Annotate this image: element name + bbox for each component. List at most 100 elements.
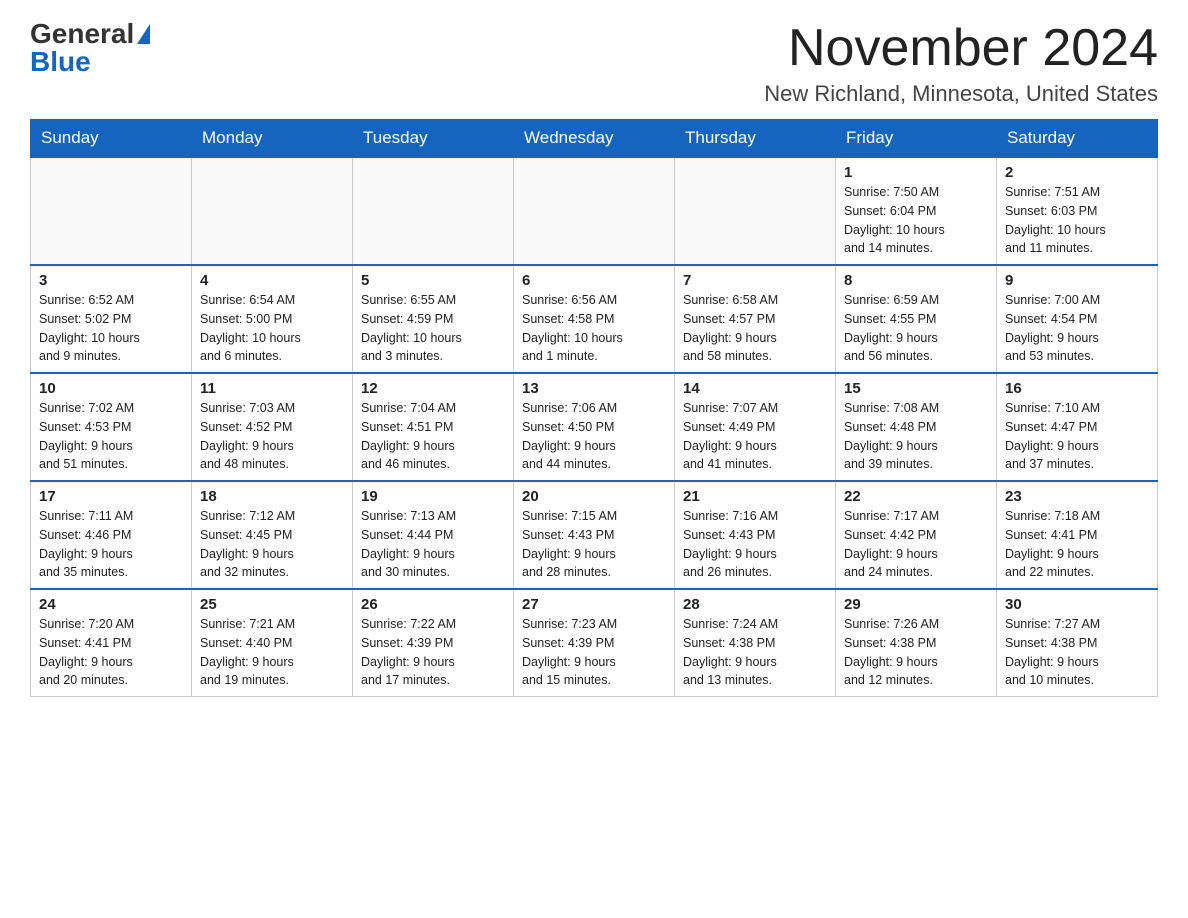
calendar-day-cell: 1Sunrise: 7:50 AM Sunset: 6:04 PM Daylig… <box>836 157 997 265</box>
day-info: Sunrise: 7:04 AM Sunset: 4:51 PM Dayligh… <box>361 399 505 474</box>
calendar-day-cell: 20 Sunrise: 7:15 AM Sunset: 4:43 PM Dayli… <box>514 481 675 589</box>
day-info: Sunrise: 7:26 AM Sunset: 4:38 PM Dayligh… <box>844 615 988 690</box>
calendar-day-cell: 16Sunrise: 7:10 AM Sunset: 4:47 PM Dayli… <box>997 373 1158 481</box>
calendar-day-cell: 14 Sunrise: 7:07 AM Sunset: 4:49 PM Dayli… <box>675 373 836 481</box>
day-info: Sunrise: 7:07 AM Sunset: 4:49 PM Dayligh… <box>683 399 827 474</box>
day-number: 25 <box>200 596 344 613</box>
logo-general-text: General <box>30 20 134 48</box>
calendar-day-cell <box>353 157 514 265</box>
day-info: Sunrise: 7:00 AM Sunset: 4:54 PM Dayligh… <box>1005 291 1149 366</box>
calendar-day-cell: 29Sunrise: 7:26 AM Sunset: 4:38 PM Dayli… <box>836 589 997 697</box>
calendar-table: SundayMondayTuesdayWednesdayThursdayFrid… <box>30 119 1158 697</box>
day-info: Sunrise: 7:15 AM Sunset: 4:43 PM Dayligh… <box>522 507 666 582</box>
day-number: 2 <box>1005 164 1149 181</box>
day-info: Sunrise: 7:22 AM Sunset: 4:39 PM Dayligh… <box>361 615 505 690</box>
day-number: 9 <box>1005 272 1149 289</box>
day-number: 24 <box>39 596 183 613</box>
calendar-weekday-header: Thursday <box>675 120 836 158</box>
calendar-day-cell: 21 Sunrise: 7:16 AM Sunset: 4:43 PM Dayli… <box>675 481 836 589</box>
day-info: Sunrise: 7:51 AM Sunset: 6:03 PM Dayligh… <box>1005 183 1149 258</box>
calendar-day-cell: 13 Sunrise: 7:06 AM Sunset: 4:50 PM Dayli… <box>514 373 675 481</box>
day-info: Sunrise: 7:20 AM Sunset: 4:41 PM Dayligh… <box>39 615 183 690</box>
day-number: 13 <box>522 380 666 397</box>
day-number: 10 <box>39 380 183 397</box>
day-number: 7 <box>683 272 827 289</box>
day-number: 6 <box>522 272 666 289</box>
day-info: Sunrise: 7:17 AM Sunset: 4:42 PM Dayligh… <box>844 507 988 582</box>
calendar-week-row: 17 Sunrise: 7:11 AM Sunset: 4:46 PM Dayli… <box>31 481 1158 589</box>
day-info: Sunrise: 6:58 AM Sunset: 4:57 PM Dayligh… <box>683 291 827 366</box>
calendar-day-cell: 6Sunrise: 6:56 AM Sunset: 4:58 PM Daylig… <box>514 265 675 373</box>
calendar-weekday-header: Monday <box>192 120 353 158</box>
calendar-day-cell: 9 Sunrise: 7:00 AM Sunset: 4:54 PM Daylig… <box>997 265 1158 373</box>
calendar-day-cell: 25 Sunrise: 7:21 AM Sunset: 4:40 PM Dayli… <box>192 589 353 697</box>
calendar-day-cell <box>31 157 192 265</box>
day-number: 3 <box>39 272 183 289</box>
calendar-day-cell: 24 Sunrise: 7:20 AM Sunset: 4:41 PM Dayli… <box>31 589 192 697</box>
location-title: New Richland, Minnesota, United States <box>764 81 1158 107</box>
day-info: Sunrise: 6:55 AM Sunset: 4:59 PM Dayligh… <box>361 291 505 366</box>
day-info: Sunrise: 7:50 AM Sunset: 6:04 PM Dayligh… <box>844 183 988 258</box>
calendar-weekday-header: Friday <box>836 120 997 158</box>
day-info: Sunrise: 7:21 AM Sunset: 4:40 PM Dayligh… <box>200 615 344 690</box>
calendar-week-row: 10 Sunrise: 7:02 AM Sunset: 4:53 PM Dayli… <box>31 373 1158 481</box>
calendar-week-row: 24 Sunrise: 7:20 AM Sunset: 4:41 PM Dayli… <box>31 589 1158 697</box>
calendar-day-cell: 4 Sunrise: 6:54 AM Sunset: 5:00 PM Daylig… <box>192 265 353 373</box>
day-number: 14 <box>683 380 827 397</box>
day-info: Sunrise: 7:06 AM Sunset: 4:50 PM Dayligh… <box>522 399 666 474</box>
day-info: Sunrise: 7:13 AM Sunset: 4:44 PM Dayligh… <box>361 507 505 582</box>
logo-triangle-icon <box>137 24 150 44</box>
day-number: 12 <box>361 380 505 397</box>
calendar-day-cell: 27 Sunrise: 7:23 AM Sunset: 4:39 PM Dayli… <box>514 589 675 697</box>
calendar-week-row: 3 Sunrise: 6:52 AM Sunset: 5:02 PM Daylig… <box>31 265 1158 373</box>
calendar-header-row: SundayMondayTuesdayWednesdayThursdayFrid… <box>31 120 1158 158</box>
calendar-day-cell: 18 Sunrise: 7:12 AM Sunset: 4:45 PM Dayli… <box>192 481 353 589</box>
day-info: Sunrise: 7:12 AM Sunset: 4:45 PM Dayligh… <box>200 507 344 582</box>
calendar-day-cell: 22 Sunrise: 7:17 AM Sunset: 4:42 PM Dayli… <box>836 481 997 589</box>
day-number: 28 <box>683 596 827 613</box>
day-number: 17 <box>39 488 183 505</box>
calendar-day-cell: 23Sunrise: 7:18 AM Sunset: 4:41 PM Dayli… <box>997 481 1158 589</box>
calendar-weekday-header: Tuesday <box>353 120 514 158</box>
day-number: 5 <box>361 272 505 289</box>
calendar-day-cell: 12 Sunrise: 7:04 AM Sunset: 4:51 PM Dayli… <box>353 373 514 481</box>
calendar-day-cell: 8 Sunrise: 6:59 AM Sunset: 4:55 PM Daylig… <box>836 265 997 373</box>
day-number: 23 <box>1005 488 1149 505</box>
day-info: Sunrise: 7:11 AM Sunset: 4:46 PM Dayligh… <box>39 507 183 582</box>
calendar-day-cell: 15 Sunrise: 7:08 AM Sunset: 4:48 PM Dayli… <box>836 373 997 481</box>
day-info: Sunrise: 7:23 AM Sunset: 4:39 PM Dayligh… <box>522 615 666 690</box>
calendar-weekday-header: Sunday <box>31 120 192 158</box>
page-header: General Blue November 2024 New Richland,… <box>30 20 1158 107</box>
day-info: Sunrise: 6:54 AM Sunset: 5:00 PM Dayligh… <box>200 291 344 366</box>
day-number: 26 <box>361 596 505 613</box>
day-info: Sunrise: 7:24 AM Sunset: 4:38 PM Dayligh… <box>683 615 827 690</box>
day-info: Sunrise: 7:08 AM Sunset: 4:48 PM Dayligh… <box>844 399 988 474</box>
calendar-day-cell: 26 Sunrise: 7:22 AM Sunset: 4:39 PM Dayli… <box>353 589 514 697</box>
day-number: 20 <box>522 488 666 505</box>
day-info: Sunrise: 6:59 AM Sunset: 4:55 PM Dayligh… <box>844 291 988 366</box>
day-number: 27 <box>522 596 666 613</box>
day-info: Sunrise: 7:16 AM Sunset: 4:43 PM Dayligh… <box>683 507 827 582</box>
calendar-weekday-header: Wednesday <box>514 120 675 158</box>
day-number: 21 <box>683 488 827 505</box>
calendar-day-cell: 5 Sunrise: 6:55 AM Sunset: 4:59 PM Daylig… <box>353 265 514 373</box>
day-number: 19 <box>361 488 505 505</box>
calendar-week-row: 1Sunrise: 7:50 AM Sunset: 6:04 PM Daylig… <box>31 157 1158 265</box>
calendar-day-cell <box>514 157 675 265</box>
calendar-day-cell <box>192 157 353 265</box>
calendar-day-cell: 2 Sunrise: 7:51 AM Sunset: 6:03 PM Daylig… <box>997 157 1158 265</box>
day-info: Sunrise: 6:52 AM Sunset: 5:02 PM Dayligh… <box>39 291 183 366</box>
day-number: 16 <box>1005 380 1149 397</box>
day-info: Sunrise: 7:27 AM Sunset: 4:38 PM Dayligh… <box>1005 615 1149 690</box>
day-number: 15 <box>844 380 988 397</box>
calendar-day-cell: 19 Sunrise: 7:13 AM Sunset: 4:44 PM Dayli… <box>353 481 514 589</box>
day-number: 22 <box>844 488 988 505</box>
calendar-day-cell: 7 Sunrise: 6:58 AM Sunset: 4:57 PM Daylig… <box>675 265 836 373</box>
logo: General Blue <box>30 20 150 76</box>
day-info: Sunrise: 7:03 AM Sunset: 4:52 PM Dayligh… <box>200 399 344 474</box>
day-number: 4 <box>200 272 344 289</box>
day-number: 18 <box>200 488 344 505</box>
calendar-day-cell: 17 Sunrise: 7:11 AM Sunset: 4:46 PM Dayli… <box>31 481 192 589</box>
day-number: 8 <box>844 272 988 289</box>
day-info: Sunrise: 7:02 AM Sunset: 4:53 PM Dayligh… <box>39 399 183 474</box>
